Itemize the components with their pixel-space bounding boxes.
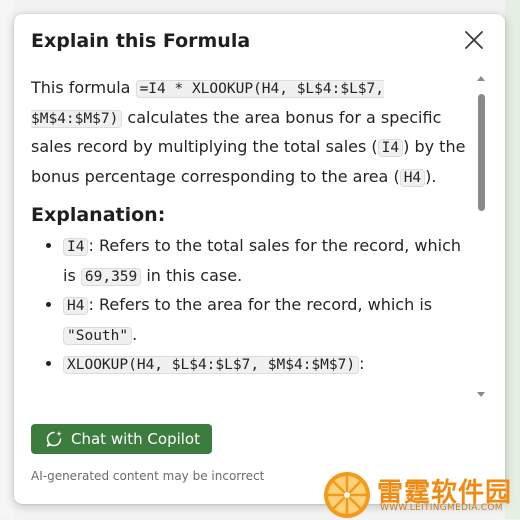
scroll-up-arrow-icon[interactable]	[476, 74, 486, 84]
intro-text: This formula	[31, 78, 136, 97]
watermark: 雷霆软件园 WWW.LEITINGMEDIA.COM	[322, 470, 520, 519]
scroll-down-arrow-icon[interactable]	[476, 389, 486, 399]
close-icon	[465, 31, 483, 49]
watermark-url: WWW.LEITINGMEDIA.COM	[380, 503, 503, 513]
cell-code: H4	[63, 297, 89, 315]
scrollbar[interactable]	[476, 74, 486, 404]
list-item: H4: Refers to the area for the record, w…	[63, 291, 476, 350]
value-code: "South"	[63, 326, 133, 345]
cell-code: I4	[63, 238, 89, 256]
item-text: in this case.	[141, 265, 243, 285]
background-sheet-left	[0, 0, 14, 519]
background-sheet-edge	[505, 0, 520, 519]
item-text: : Refers to the area for the record, whi…	[88, 295, 433, 314]
list-item: I4: Refers to the total sales for the re…	[63, 232, 476, 291]
orange-slice-logo-icon	[324, 472, 370, 518]
ai-disclaimer: AI-generated content may be incorrect	[31, 469, 265, 483]
chat-with-copilot-button[interactable]: Chat with Copilot	[31, 424, 212, 454]
explanation-list: I4: Refers to the total sales for the re…	[31, 232, 476, 380]
cell-code: H4	[399, 168, 426, 187]
intro-text: ).	[425, 166, 437, 186]
value-code: 69,359	[80, 267, 142, 286]
copilot-chat-icon	[46, 431, 62, 447]
item-text: :	[359, 354, 365, 373]
intro-paragraph: This formula =I4 * XLOOKUP(H4, $L$4:$L$7…	[31, 74, 476, 192]
list-item: XLOOKUP(H4, $L$4:$L$7, $M$4:$M$7):	[63, 350, 476, 380]
explain-formula-panel: Explain this Formula This formula =I4 * …	[14, 14, 505, 504]
explanation-heading: Explanation:	[31, 204, 166, 226]
close-button[interactable]	[462, 28, 486, 52]
formula-code: XLOOKUP(H4, $L$4:$L$7, $M$4:$M$7)	[63, 356, 360, 374]
item-text: .	[132, 324, 138, 344]
scrollbar-thumb[interactable]	[477, 94, 485, 211]
cell-code: I4	[377, 139, 404, 157]
panel-title: Explain this Formula	[31, 30, 251, 52]
explanation-content[interactable]: This formula =I4 * XLOOKUP(H4, $L$4:$L$7…	[31, 74, 476, 404]
chat-button-label: Chat with Copilot	[71, 430, 200, 448]
